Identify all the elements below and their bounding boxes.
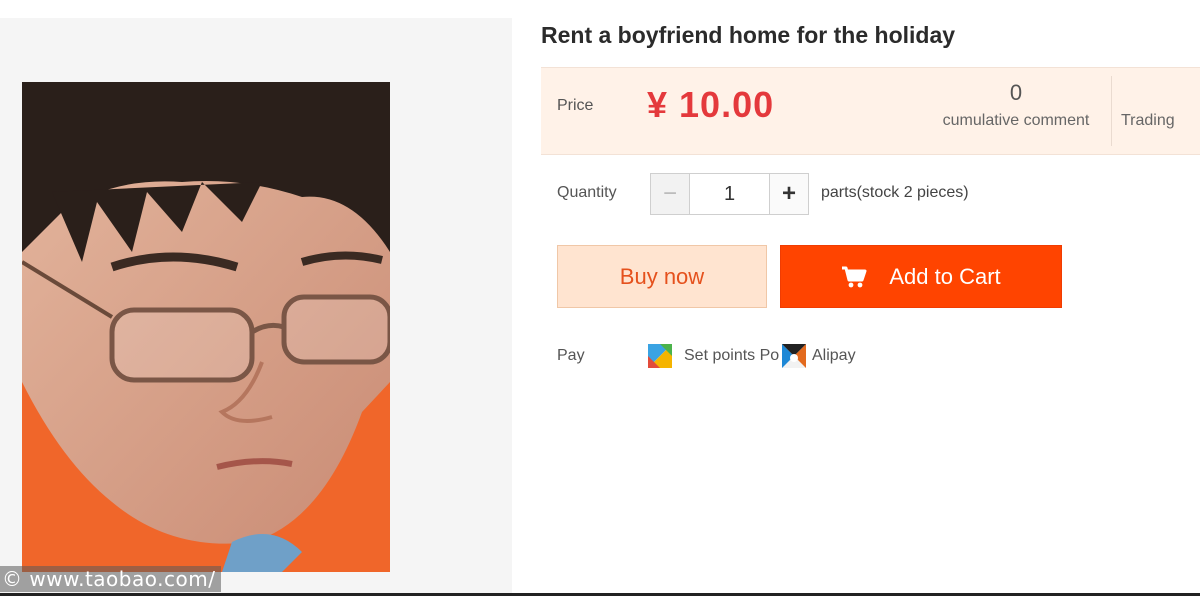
quantity-decrement-button[interactable]: − [651, 174, 690, 214]
stock-info: parts(stock 2 pieces) [821, 184, 969, 201]
buy-now-button[interactable]: Buy now [557, 245, 767, 308]
points-method-label[interactable]: Set points Po [684, 347, 792, 365]
quantity-stepper: − + [650, 173, 809, 215]
pay-label: Pay [557, 347, 585, 364]
product-title: Rent a boyfriend home for the holiday [541, 22, 956, 48]
cart-icon [841, 265, 867, 289]
comment-count: 0 [1009, 80, 1023, 105]
quantity-increment-button[interactable]: + [769, 174, 808, 214]
cumulative-comment-stat[interactable]: 0 cumulative comment [921, 80, 1111, 130]
quantity-input[interactable] [690, 174, 769, 214]
payment-methods: Set points Po Alipay [648, 344, 856, 368]
quantity-label: Quantity [557, 184, 617, 201]
buy-now-label: Buy now [619, 263, 705, 289]
trading-count: - [1121, 80, 1200, 106]
alipay-icon[interactable] [782, 344, 806, 368]
price-label: Price [557, 97, 594, 114]
photo-illustration [22, 82, 390, 572]
alipay-method-label[interactable]: Alipay [812, 347, 856, 365]
product-photo[interactable] [22, 82, 390, 572]
comment-label: cumulative comment [942, 112, 1090, 129]
points-icon[interactable] [648, 344, 672, 368]
watermark-text: © www.taobao.com/ [0, 566, 222, 592]
trading-stat[interactable]: - Trading [1121, 80, 1200, 130]
bottom-divider [0, 593, 1200, 596]
add-to-cart-button[interactable]: Add to Cart [780, 245, 1062, 308]
price-value: ¥ 10.00 [647, 84, 775, 125]
add-to-cart-label: Add to Cart [889, 263, 1001, 289]
price-panel: Price ¥ 10.00 0 cumulative comment - Tra… [541, 67, 1200, 155]
trading-label: Trading [1121, 112, 1175, 129]
stat-divider [1111, 76, 1112, 146]
